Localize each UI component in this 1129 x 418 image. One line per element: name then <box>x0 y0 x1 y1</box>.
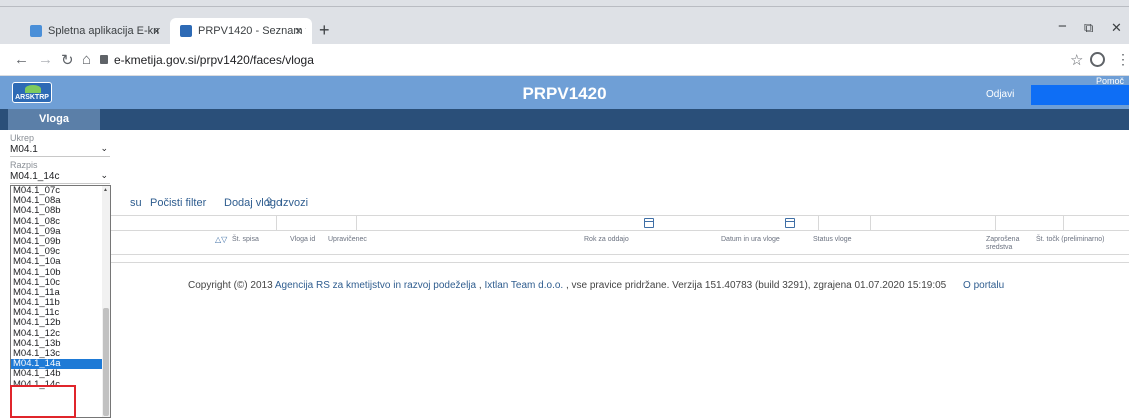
prpv-favicon-icon <box>180 25 192 37</box>
ukrep-label: Ukrep <box>10 133 35 143</box>
filter-cell[interactable] <box>719 216 871 231</box>
table-header-row: △▽ Št. spisa Vloga id Upravičenec Rok za… <box>110 231 1129 255</box>
tab-close-icon[interactable]: × <box>295 24 302 38</box>
address-bar[interactable]: e-kmetija.gov.si/prpv1420/faces/vloga <box>114 53 314 67</box>
export-icon: ⇪ <box>264 195 275 209</box>
highlight-annotation-box <box>10 385 76 418</box>
filter-cell[interactable] <box>996 216 1064 231</box>
chevron-down-icon: ⌄ <box>100 143 108 153</box>
agency-link[interactable]: Agencija RS za kmetijstvo in razvoj pode… <box>275 280 476 291</box>
table-filter-row <box>110 215 1129 231</box>
forward-icon[interactable]: → <box>38 51 53 68</box>
scrollbar-thumb[interactable] <box>103 308 109 416</box>
calendar-icon[interactable] <box>785 218 795 228</box>
razpis-value: M04.1_14c <box>10 171 60 182</box>
sort-icon[interactable]: △▽ <box>215 235 227 244</box>
menu-icon[interactable]: ⋮ <box>1116 51 1129 68</box>
portal-link[interactable]: O portalu <box>963 280 1004 291</box>
copyright-prefix: Copyright (©) 2013 <box>188 280 273 291</box>
app-header: ARSKTRP PRPV1420 Odjavi Pomoč <box>0 76 1129 109</box>
user-info-box <box>1031 85 1129 105</box>
dropdown-options: M04.1_07c M04.1_08a M04.1_08b M04.1_08c … <box>11 186 103 390</box>
col-rok-za-oddajo[interactable]: Rok za oddajo <box>584 236 629 244</box>
tab-title: Spletna aplikacija E-kmetija | GOV <box>48 25 160 37</box>
vendor-link[interactable]: Ixtlan Team d.o.o. <box>484 280 563 291</box>
bookmark-star-icon[interactable]: ☆ <box>1070 51 1083 69</box>
browser-toolbar: ← → ↻ ⌂ e-kmetija.gov.si/prpv1420/faces/… <box>0 44 1129 76</box>
home-icon[interactable]: ⌂ <box>82 51 91 68</box>
screen: Spletna aplikacija E-kmetija | GOV × PRP… <box>0 0 1129 418</box>
col-status-vloge[interactable]: Status vloge <box>813 236 852 244</box>
filter-cell[interactable] <box>277 216 357 231</box>
copyright-rest: , vse pravice pridržane. Verzija 151.407… <box>563 280 947 291</box>
col-vloga-id[interactable]: Vloga id <box>290 236 315 244</box>
window-edge <box>0 6 1129 7</box>
razpis-label: Razpis <box>10 160 38 170</box>
new-tab-icon[interactable]: + <box>319 20 330 41</box>
restore-icon[interactable]: ⧉ <box>1084 20 1093 36</box>
browser-tabstrip: Spletna aplikacija E-kmetija | GOV × PRP… <box>0 0 1129 44</box>
dropdown-option[interactable]: M04.1_10a <box>11 257 103 267</box>
minimize-icon[interactable]: − <box>1058 18 1067 35</box>
razpis-select[interactable]: M04.1_14c ⌄ <box>10 170 110 184</box>
browser-tab-prpv1420[interactable]: PRPV1420 - Seznam vlog × <box>170 18 312 44</box>
col-st-tock[interactable]: Št. točk (preliminarno) <box>1036 236 1106 244</box>
col-zaprosena-sredstva[interactable]: Zaprošena sredstva <box>986 236 1036 252</box>
reload-icon[interactable]: ↻ <box>61 51 74 69</box>
help-link[interactable]: Pomoč <box>1096 76 1124 86</box>
chevron-down-icon: ⌄ <box>100 170 108 180</box>
tab-title: PRPV1420 - Seznam vlog <box>198 25 306 37</box>
app-title: PRPV1420 <box>522 84 607 103</box>
filter-cell[interactable] <box>110 216 277 231</box>
clear-filter-link[interactable]: Počisti filter <box>150 197 206 209</box>
razpis-dropdown-list[interactable]: M04.1_07c M04.1_08a M04.1_08b M04.1_08c … <box>10 185 111 418</box>
scroll-up-icon[interactable]: ▲ <box>103 187 108 193</box>
ukrep-value: M04.1 <box>10 144 38 155</box>
copyright-footer: Copyright (©) 2013 Agencija RS za kmetij… <box>188 280 1004 291</box>
calendar-icon[interactable] <box>644 218 654 228</box>
browser-tab-ekmetija[interactable]: Spletna aplikacija E-kmetija | GOV × <box>20 18 170 44</box>
table-bottom-border <box>110 262 1129 263</box>
dropdown-scrollbar[interactable]: ▲ <box>102 186 110 417</box>
export-link[interactable]: Izvozi <box>280 197 308 209</box>
col-datum-vloge[interactable]: Datum in ura vloge <box>721 236 780 244</box>
profile-icon[interactable] <box>1090 52 1105 67</box>
main-nav: Vloga <box>0 109 1129 130</box>
ukrep-select[interactable]: M04.1 ⌄ <box>10 143 110 157</box>
col-st-spisa[interactable]: Št. spisa <box>232 236 259 244</box>
back-icon[interactable]: ← <box>14 51 29 68</box>
filter-cell[interactable] <box>871 216 996 231</box>
tab-close-icon[interactable]: × <box>153 24 160 38</box>
partial-action-link[interactable]: su <box>130 197 142 209</box>
window-close-icon[interactable]: ✕ <box>1111 20 1122 36</box>
lock-icon <box>100 55 108 64</box>
logout-link[interactable]: Odjavi <box>986 89 1014 100</box>
col-upravicenec[interactable]: Upravičenec <box>328 236 367 244</box>
tab-vloga[interactable]: Vloga <box>8 109 100 130</box>
ekmetija-favicon-icon <box>30 25 42 37</box>
